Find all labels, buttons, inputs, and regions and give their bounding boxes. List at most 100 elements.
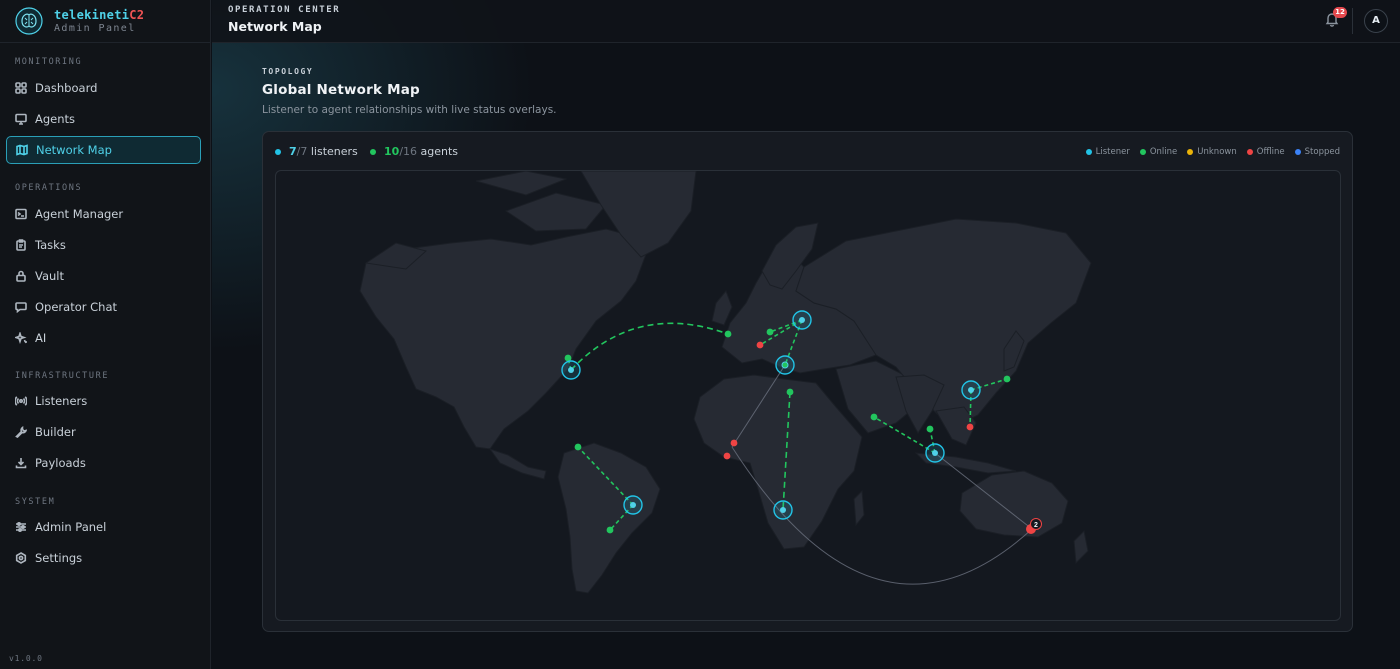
sidebar-item-ai[interactable]: AI [6,324,201,352]
agents-label: agents [420,145,459,158]
agent-node-offline[interactable] [756,341,764,349]
header-title: Network Map [228,19,322,34]
brand-subtitle: Admin Panel [54,23,136,34]
legend-label: Stopped [1304,147,1340,157]
sidebar-item-label: Tasks [35,238,66,252]
legend-swatch [1246,149,1253,155]
listener-node-eastern-europe[interactable] [792,310,812,330]
section-infrastructure: INFRASTRUCTURE [15,371,110,381]
sidebar-item-agents[interactable]: Agents [6,105,201,133]
agent-node-offline[interactable] [730,439,738,447]
africa [693,374,863,550]
sidebar-item-label: Settings [35,551,83,565]
listeners-stat: 7/7 listeners [275,145,358,158]
sidebar-item-label: Builder [35,425,76,439]
brand-name: telekinetiC2 [54,8,145,22]
uk [711,290,733,326]
listener-node-south-africa[interactable] [773,500,793,520]
sidebar-item-label: Agent Manager [35,207,124,221]
brand[interactable]: telekinetiC2 Admin Panel [0,0,210,43]
notification-badge: 12 [1333,7,1347,18]
south-america [557,442,661,594]
sidebar-item-dashboard[interactable]: Dashboard [6,74,201,102]
sidebar: telekinetiC2 Admin Panel MONITORING Dash… [0,0,211,669]
legend-unknown: Unknown [1187,147,1237,157]
listeners-total: /7 [296,145,308,158]
page-kicker: TOPOLOGY [262,67,314,76]
world-map-canvas[interactable]: 2 [276,171,1341,621]
online-dot [370,148,376,155]
sidebar-item-operator-chat[interactable]: Operator Chat [6,293,201,321]
sidebar-item-agent-manager[interactable]: Agent Manager [6,200,201,228]
map-icon [16,144,28,156]
agent-node-online[interactable] [870,413,878,421]
agent-node-offline[interactable] [723,452,731,460]
legend-online: Online [1139,147,1177,157]
agent-node-online[interactable] [574,443,582,451]
agents-total: /16 [399,145,418,158]
sidebar-item-vault[interactable]: Vault [6,262,201,290]
sidebar-item-settings[interactable]: Settings [6,544,201,572]
sidebar-item-admin-panel[interactable]: Admin Panel [6,513,201,541]
page-description: Listener to agent relationships with liv… [262,104,557,116]
sparkle-icon [15,332,27,344]
new-zealand [1073,529,1089,565]
sidebar-item-payloads[interactable]: Payloads [6,449,201,477]
agents-stat: 10/16 agents [370,145,458,158]
agent-node-online[interactable] [1003,375,1011,383]
lock-icon [16,270,26,282]
listener-node-brazil[interactable] [623,495,643,515]
listener-node-singapore[interactable] [925,443,945,463]
page-title: Global Network Map [262,82,420,98]
listener-node-china[interactable] [961,380,981,400]
main-content: OPERATION CENTER Network Map 12 A TOPOLO… [212,0,1400,669]
madagascar [853,489,865,527]
sidebar-item-builder[interactable]: Builder [6,418,201,446]
agent-node-online[interactable] [724,330,732,338]
sidebar-item-label: Network Map [36,143,112,157]
top-bar: OPERATION CENTER Network Map 12 A [212,0,1400,43]
app-version: v1.0.0 [9,654,43,663]
agent-node-online[interactable] [606,526,614,534]
section-monitoring: MONITORING [15,57,83,67]
sidebar-item-label: Operator Chat [35,300,118,314]
terminal-icon [15,208,27,220]
legend-swatch [1187,149,1194,155]
sidebar-item-tasks[interactable]: Tasks [6,231,201,259]
grid-icon [15,82,27,94]
sidebar-item-label: Vault [35,269,65,283]
listener-node-us[interactable] [561,360,581,380]
sidebar-item-label: Agents [35,112,76,126]
listener-dot [275,148,281,155]
sidebar-item-label: Dashboard [35,81,98,95]
legend-label: Offline [1256,147,1285,157]
agent-node-online[interactable] [766,328,774,336]
australia [959,470,1069,538]
agent-node-online[interactable] [926,425,934,433]
central-america [488,448,547,480]
world-map[interactable]: 2 [275,170,1341,621]
agents-active: 10 [384,145,400,158]
agent-node-online[interactable] [786,388,794,396]
listener-node-turkey[interactable] [775,355,795,375]
agent-node-offline[interactable] [966,423,974,431]
listeners-active: 7 [289,145,297,158]
header-divider [1352,8,1353,34]
section-operations: OPERATIONS [15,183,83,193]
listeners-label: listeners [310,145,358,158]
avatar[interactable]: A [1364,9,1388,33]
link-us-europe [570,322,729,371]
legend-swatch [1085,149,1092,155]
brain-logo-icon [15,7,43,35]
sidebar-item-label: Payloads [35,456,86,470]
legend-listener: Listener [1085,147,1130,157]
radio-icon [15,396,27,406]
download-icon [15,458,27,469]
sidebar-item-listeners[interactable]: Listeners [6,387,201,415]
legend-label: Listener [1095,147,1130,157]
legend-offline: Offline [1246,147,1285,157]
sidebar-item-label: AI [35,331,47,345]
sidebar-item-network-map[interactable]: Network Map [6,136,201,164]
header-kicker: OPERATION CENTER [228,5,341,15]
legend-stopped: Stopped [1294,147,1340,157]
